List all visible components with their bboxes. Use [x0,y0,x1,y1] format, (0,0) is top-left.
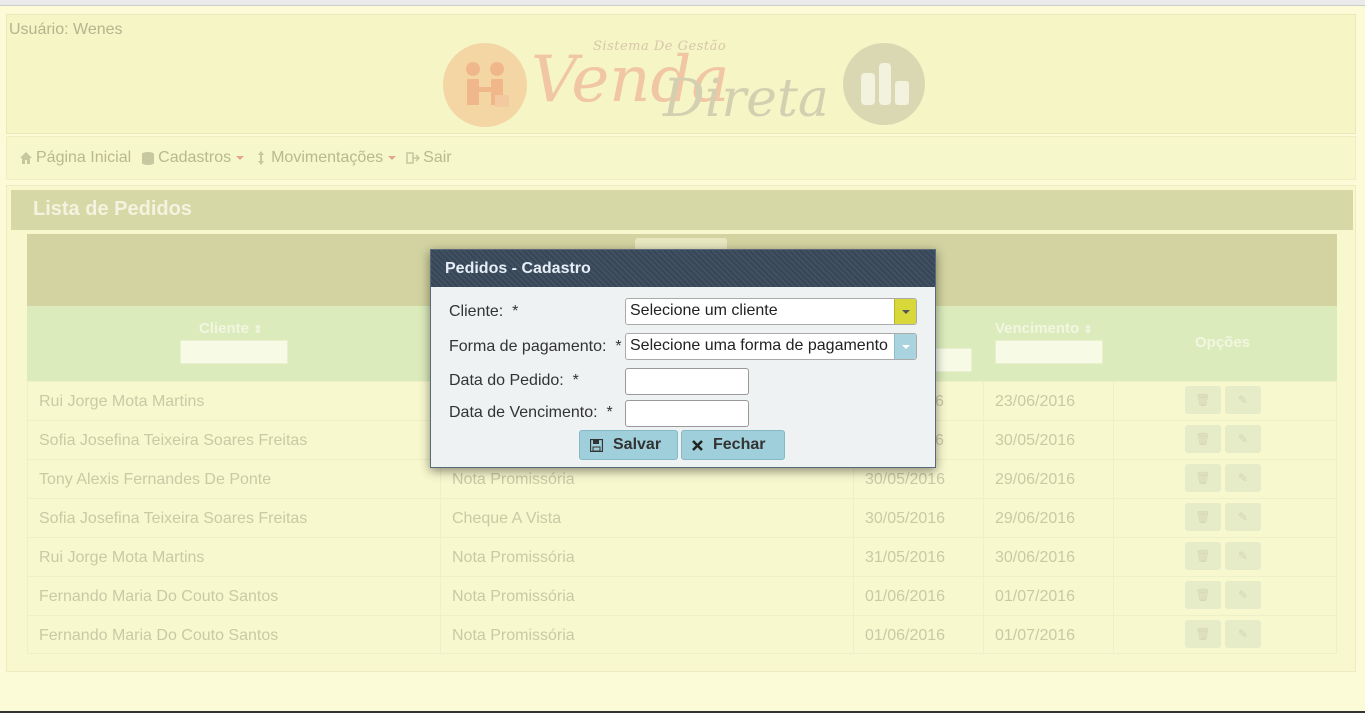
pedidos-cadastro-dialog: Pedidos - Cadastro Cliente: * Selecione … [430,249,936,468]
close-icon [692,439,703,451]
nav-cadastros[interactable]: Cadastros [141,149,245,167]
nav-home-label: Página Inicial [36,149,132,166]
nav-movimentacoes-label: Movimentações [271,149,384,166]
main-navbar: Página Inicial Cadastros Movimentações S… [6,136,1356,180]
header: Usuário: Wenes Sistema De Gestão Venda D… [6,14,1356,134]
database-icon [142,152,155,165]
nav-sair[interactable]: Sair [406,149,452,167]
page-background: Usuário: Wenes Sistema De Gestão Venda D… [0,6,1365,711]
nav-movimentacoes[interactable]: Movimentações [254,149,397,167]
label-data-vencimento: Data de Vencimento: * [449,404,613,421]
handshake-icon [443,43,527,127]
chevron-down-icon [236,156,245,160]
save-icon [590,438,603,452]
col-header-cliente[interactable]: Cliente ⇕ [199,320,262,337]
chevron-down-icon [894,334,916,359]
select-cliente[interactable]: Selecione um cliente [625,298,917,325]
col-header-vencimento[interactable]: Vencimento ⇕ [995,320,1093,337]
home-icon [20,152,32,164]
input-data-vencimento[interactable] [625,400,749,427]
col-header-opcoes: Opções [1195,334,1251,351]
save-button[interactable]: Salvar [579,430,678,460]
label-data-pedido: Data do Pedido: * [449,372,579,389]
logo: Sistema De Gestão Venda Direta [443,39,933,131]
user-label: Usuário: Wenes [9,21,123,38]
sort-icon: ⇕ [253,324,263,336]
filter-input-vencimento[interactable] [995,340,1103,364]
panel-title: Lista de Pedidos [11,190,1353,230]
chevron-down-icon [388,156,397,160]
chevron-down-icon [894,299,916,324]
dialog-body: Cliente: * Selecione um cliente Forma de… [431,287,935,467]
label-forma-pagamento: Forma de pagamento: * [449,338,622,355]
nav-sair-label: Sair [423,149,452,166]
dialog-title: Pedidos - Cadastro [431,250,935,287]
arrows-vertical-icon [258,151,265,165]
filter-input-cliente[interactable] [180,340,288,364]
nav-cadastros-label: Cadastros [158,149,232,166]
close-button[interactable]: Fechar [681,430,785,460]
select-forma-pagamento[interactable]: Selecione uma forma de pagamento [625,333,917,360]
sign-out-icon [406,152,421,164]
sort-icon: ⇕ [1083,324,1093,336]
logo-word-direta: Direta [663,69,829,129]
nav-home[interactable]: Página Inicial [19,149,131,167]
label-cliente: Cliente: * [449,303,519,320]
input-data-pedido[interactable] [625,368,749,395]
products-icon [843,43,925,125]
